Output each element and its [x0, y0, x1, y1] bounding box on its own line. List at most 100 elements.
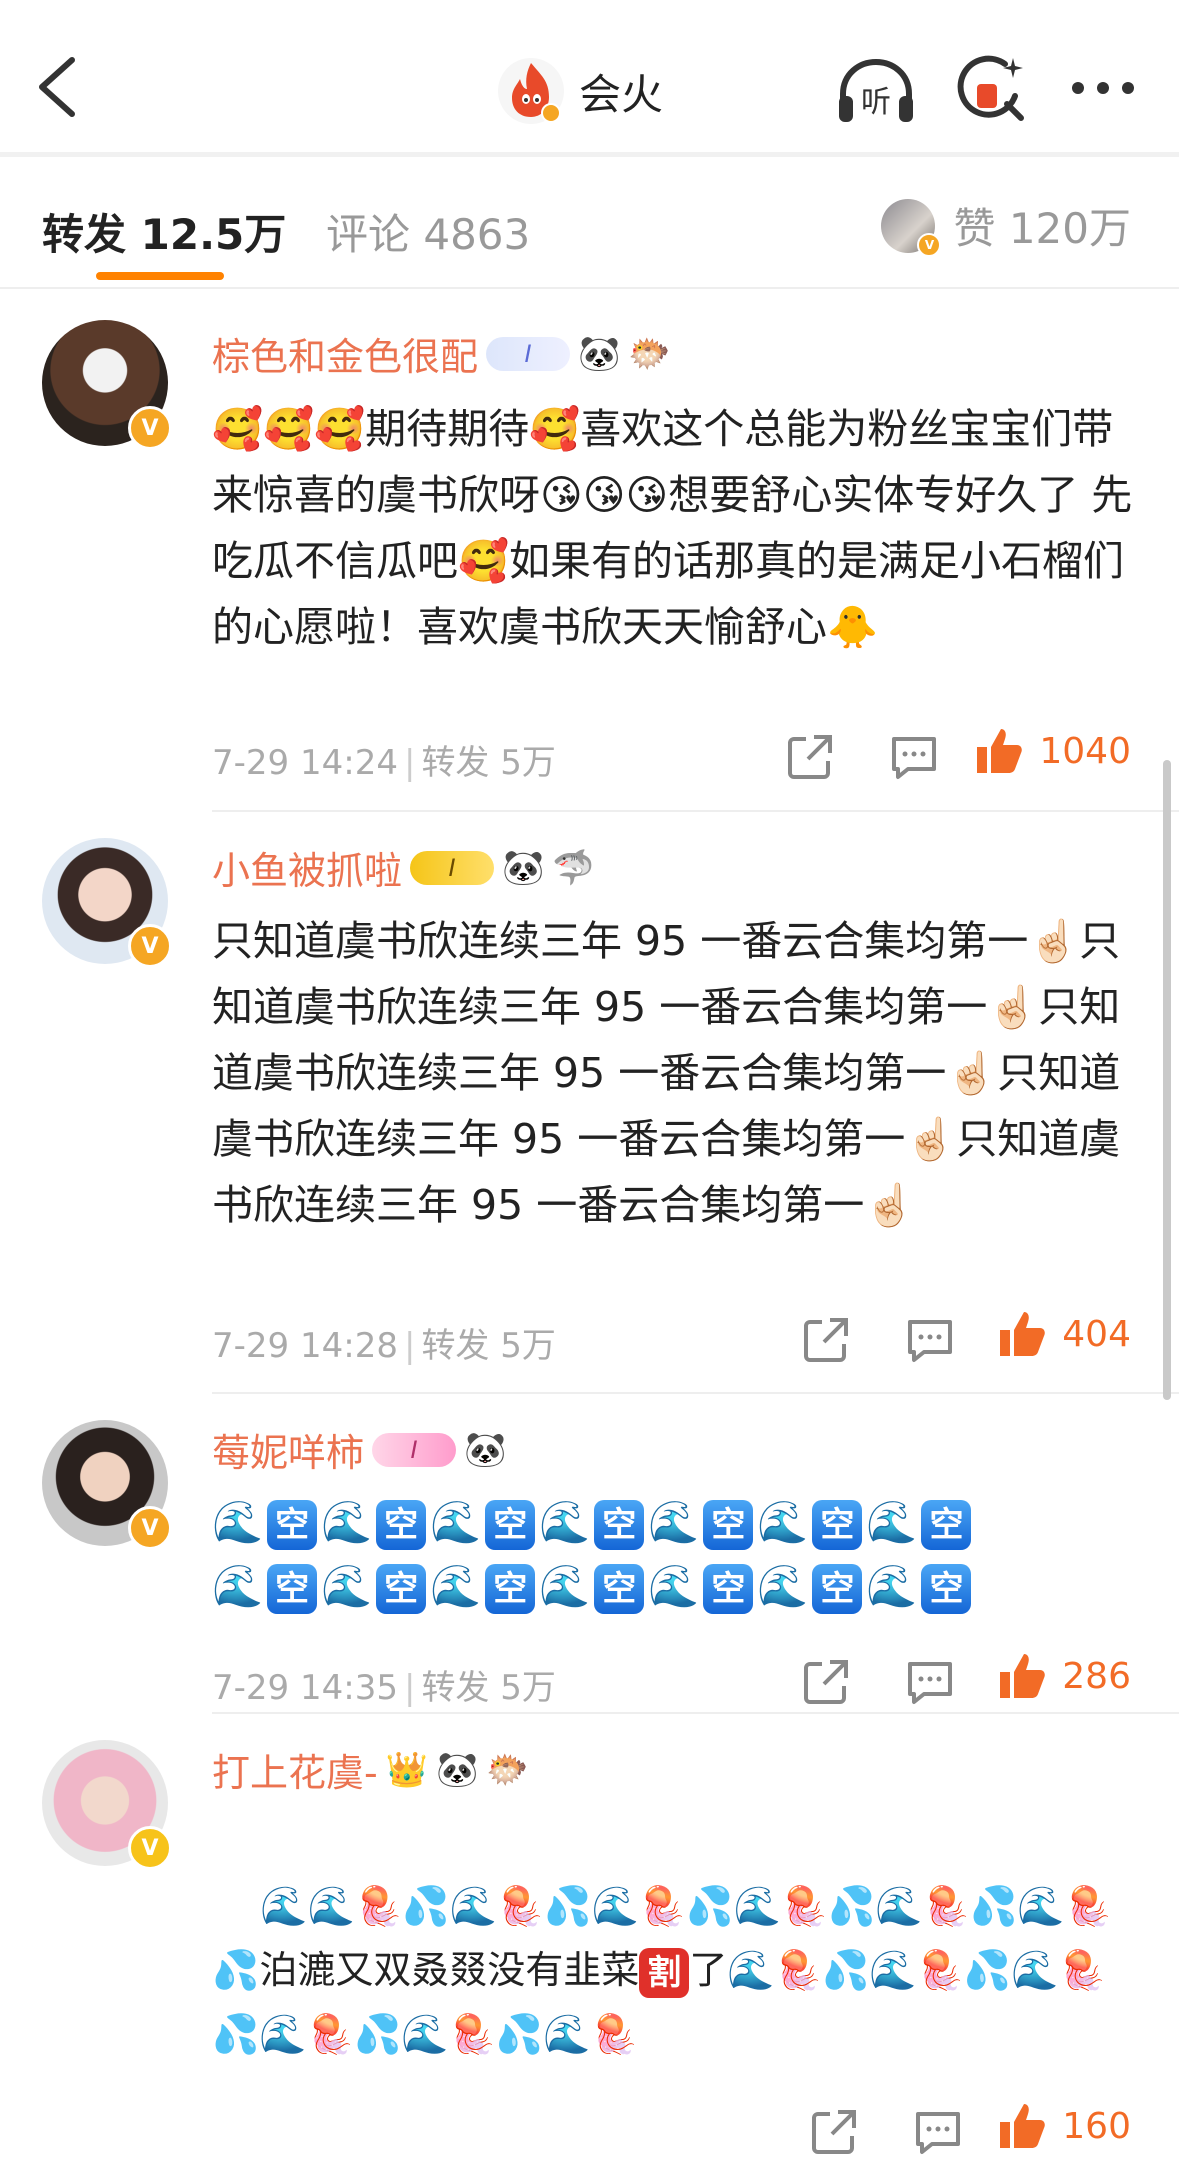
- name-row: 莓妮咩柿 I 🐼: [212, 1422, 506, 1477]
- thumbs-up-icon: [977, 729, 1023, 773]
- kong-emoji: 空: [921, 1500, 972, 1550]
- scrollbar[interactable]: [1163, 760, 1171, 1400]
- timestamp-repost: 7-29 14:35 | 转发 5万: [212, 1668, 556, 1708]
- kong-emoji: 空: [812, 1500, 863, 1550]
- kong-emoji: 空: [703, 1564, 754, 1614]
- wave-emoji: 🌊: [757, 1498, 809, 1546]
- active-tab-indicator: [96, 272, 224, 280]
- like-count: 160: [1062, 2105, 1131, 2147]
- kong-emoji: 空: [376, 1564, 427, 1614]
- share-out-icon[interactable]: [800, 1314, 852, 1366]
- wave-emoji: 🌊: [539, 1498, 591, 1546]
- comment-text: 只知道虞书欣连续三年 95 一番云合集均第一☝🏻只知道虞书欣连续三年 95 一番…: [212, 917, 1121, 1229]
- timestamp: 7-29 14:35: [212, 1668, 398, 1708]
- wave-emoji: 🌊: [757, 1562, 809, 1610]
- avatar[interactable]: V: [42, 320, 172, 450]
- username[interactable]: 打上花虞-: [212, 1742, 378, 1797]
- timestamp: 7-29 14:28: [212, 1326, 398, 1366]
- emoji-row: 🌊 空 🌊 空 🌊 空 🌊 空 🌊 空 🌊 空 🌊 空: [212, 1490, 1142, 1554]
- page-title-group: 会火: [497, 56, 663, 126]
- like-button[interactable]: 160: [996, 2100, 1131, 2152]
- thumbs-up-icon: [1000, 1312, 1046, 1356]
- fish-badge-icon: 🐡: [628, 333, 671, 374]
- comment-text: 🌊🌊🪼💦🌊🪼💦🌊🪼💦🌊🪼💦🌊🪼💦🌊🪼💦泊漉又双叒叕没有韭菜割了🌊🪼💦🌊🪼💦🌊🪼💦…: [212, 1810, 1142, 2130]
- repost-count[interactable]: 转发 5万: [421, 1326, 555, 1366]
- comment-meta: 7-29 14:24 | 转发 5万 1040: [212, 725, 1131, 785]
- divider: [212, 810, 1179, 812]
- share-out-icon[interactable]: [800, 1656, 852, 1708]
- level-badge: I: [372, 1432, 457, 1467]
- timestamp-repost: 7-29 14:24 | 转发 5万: [212, 743, 556, 783]
- ellipsis-icon[interactable]: [1070, 78, 1136, 98]
- name-row: 小鱼被抓啦 I 🐼 🦈: [212, 840, 595, 895]
- kong-emoji: 空: [376, 1500, 427, 1550]
- panda-badge-icon: 🐼: [578, 333, 621, 374]
- wave-emoji: 🌊: [321, 1498, 373, 1546]
- like-count: 1040: [1039, 730, 1131, 772]
- headphones-listen-icon[interactable]: 听: [835, 56, 917, 128]
- panda-badge-icon: 🐼: [436, 1749, 479, 1790]
- kong-emoji: 空: [485, 1500, 536, 1550]
- share-out-icon[interactable]: [808, 2106, 860, 2158]
- avatar: V: [881, 198, 942, 257]
- verified-badge: V: [128, 406, 172, 450]
- share-out-icon[interactable]: [784, 731, 836, 783]
- wave-emoji: 🌊: [539, 1562, 591, 1610]
- wave-emoji: 🌊: [648, 1562, 700, 1610]
- wave-emoji: 🌊: [430, 1562, 482, 1610]
- listen-label: 听: [861, 85, 891, 120]
- verified-badge: V: [128, 924, 172, 968]
- wave-emoji: 🌊: [321, 1562, 373, 1610]
- wave-emoji: 🌊: [212, 1562, 264, 1610]
- name-row: 打上花虞- 👑 🐼 🐡: [212, 1742, 529, 1797]
- top-nav-bar: 会火 听: [0, 0, 1179, 152]
- chevron-left-icon[interactable]: [30, 52, 90, 122]
- comment-icon[interactable]: [912, 2106, 964, 2158]
- avatar[interactable]: V: [42, 838, 172, 968]
- verified-badge: V: [128, 1826, 172, 1870]
- comment-meta: 7-29 14:28 | 转发 5万 404: [212, 1308, 1131, 1368]
- username[interactable]: 棕色和金色很配: [212, 326, 478, 381]
- kong-emoji: 空: [594, 1500, 645, 1550]
- comment-icon[interactable]: [904, 1314, 956, 1366]
- comment-meta: 160: [212, 2100, 1131, 2160]
- kong-emoji: 空: [812, 1564, 863, 1614]
- name-row: 棕色和金色很配 I 🐼 🐡: [212, 326, 671, 381]
- repost-count[interactable]: 转发 5万: [421, 743, 555, 783]
- divider: [0, 287, 1179, 289]
- kong-emoji: 空: [703, 1500, 754, 1550]
- username[interactable]: 莓妮咩柿: [212, 1422, 364, 1477]
- wave-emoji: 🌊: [212, 1498, 264, 1546]
- kong-emoji: 空: [594, 1564, 645, 1614]
- thumbs-up-icon: [1000, 1654, 1046, 1698]
- like-button[interactable]: 1040: [973, 725, 1131, 777]
- emoji-row: 🌊 空 🌊 空 🌊 空 🌊 空 🌊 空 🌊 空 🌊 空: [212, 1554, 1142, 1618]
- like-button[interactable]: 404: [996, 1308, 1131, 1360]
- likes-summary[interactable]: V 赞 120万: [881, 195, 1131, 257]
- avatar[interactable]: V: [42, 1740, 172, 1870]
- comment-text-tail: 了: [689, 1948, 728, 1992]
- cut-emoji: 割: [639, 1947, 690, 1998]
- like-count: 404: [1062, 1313, 1131, 1355]
- username[interactable]: 小鱼被抓啦: [212, 840, 402, 895]
- comment-meta: 7-29 14:35 | 转发 5万 286: [212, 1650, 1131, 1710]
- comment-icon[interactable]: [904, 1656, 956, 1708]
- avatar[interactable]: V: [42, 1420, 172, 1550]
- comment-text: 🌊 空 🌊 空 🌊 空 🌊 空 🌊 空 🌊 空 🌊 空 🌊 空 🌊 空 🌊 空 🌊 空 🌊 空 🌊 空 🌊 空: [212, 1490, 1142, 1618]
- comment-text: 🥰🥰🥰期待期待🥰喜欢这个总能为粉丝宝宝们带来惊喜的虞书欣呀😘😘😘想要舒心实体专好…: [212, 405, 1133, 651]
- kong-emoji: 空: [485, 1564, 536, 1614]
- timestamp: 7-29 14:24: [212, 743, 398, 783]
- thumbs-up-icon: [1000, 2104, 1046, 2148]
- verified-badge: V: [128, 1506, 172, 1550]
- kong-emoji: 空: [921, 1564, 972, 1614]
- repost-count[interactable]: 转发 5万: [421, 1668, 555, 1708]
- search-reward-icon[interactable]: [955, 54, 1027, 126]
- comment-text-middle: 泊漉又双叒叕没有韭菜: [259, 1948, 640, 1992]
- fish-badge-icon: 🐡: [486, 1749, 529, 1790]
- shark-badge-icon: 🦈: [552, 847, 595, 888]
- tab-comments[interactable]: 评论 4863: [326, 201, 530, 262]
- comment-icon[interactable]: [888, 731, 940, 783]
- tab-reposts[interactable]: 转发 12.5万: [42, 201, 286, 262]
- like-button[interactable]: 286: [996, 1650, 1131, 1702]
- level-badge: I: [410, 850, 495, 885]
